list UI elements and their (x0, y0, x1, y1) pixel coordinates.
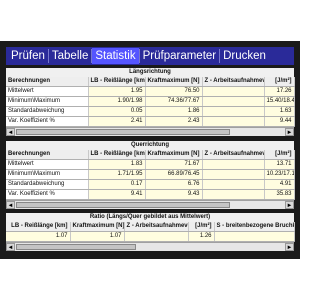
table-cell[interactable]: 1.86 (145, 106, 203, 117)
column-header: Kraftmaximum [N] (145, 150, 203, 160)
laengsrichtung-table: Berechnungen LB - Reißlänge [km] Kraftma… (6, 77, 295, 127)
table-cell[interactable]: 1.71/1.95 (88, 169, 146, 180)
table-row: Minimum\Maximum 1.90/1.98 74.36/77.67 15… (6, 96, 295, 107)
table-row: Minimum\Maximum 1.71/1.95 66.89/76.45 10… (6, 169, 295, 180)
column-header: S - breitenbezogene Bruchkraf (214, 222, 295, 232)
ratio-title: Ratio (Längs/Quer gebildet aus Mittelwer… (6, 213, 294, 222)
column-header: [J/m²] (264, 77, 295, 87)
scroll-left-icon[interactable]: ◄ (6, 128, 15, 136)
table-cell[interactable]: 1.07 (70, 231, 125, 242)
scroll-right-icon[interactable]: ► (285, 128, 294, 136)
ratio-panel: Ratio (Längs/Quer gebildet aus Mittelwer… (6, 213, 295, 251)
row-label: Minimum\Maximum (6, 96, 89, 107)
column-header: [J/m²] (188, 222, 215, 232)
table-cell[interactable]: 35.83 (264, 189, 295, 200)
column-header: Kraftmaximum [N] (145, 77, 203, 87)
scroll-left-icon[interactable]: ◄ (6, 243, 15, 251)
scrollbar-thumb[interactable] (16, 129, 230, 135)
row-label: Standardabweichung (6, 179, 89, 190)
column-header: Z - Arbeitsaufnahmeverm. (124, 222, 189, 232)
tab-pruefparameter[interactable]: Prüfparameter (140, 48, 220, 64)
column-header: Berechnungen (6, 77, 89, 87)
horizontal-scrollbar[interactable]: ◄ ► (6, 127, 294, 136)
row-label: Standardabweichung (6, 106, 89, 117)
querrichtung-panel: Querrichtung Berechnungen LB - Reißlänge… (6, 141, 295, 209)
tab-bar: Prüfen Tabelle Statistik Prüfparameter D… (6, 47, 294, 65)
table-cell[interactable]: 0.05 (88, 106, 146, 117)
table-cell[interactable]: 9.44 (264, 116, 295, 127)
row-label: Var. Koeffizient % (6, 116, 89, 127)
horizontal-scrollbar[interactable]: ◄ ► (6, 200, 294, 209)
table-cell[interactable]: 76.50 (145, 86, 203, 97)
column-header: Berechnungen (6, 150, 89, 160)
table-cell[interactable]: 66.89/76.45 (145, 169, 203, 180)
table-cell[interactable] (202, 116, 265, 127)
table-header-row: Berechnungen LB - Reißlänge [km] Kraftma… (6, 77, 295, 87)
laengsrichtung-title: Längsrichtung (6, 68, 294, 77)
table-cell[interactable]: 6.76 (145, 179, 203, 190)
column-header: Z - Arbeitsaufnahmeverm. (202, 77, 265, 87)
row-label: Minimum\Maximum (6, 169, 89, 180)
table-cell[interactable]: 4.91 (264, 179, 295, 190)
table-row: Standardabweichung 0.05 1.86 1.63 (6, 106, 295, 117)
scroll-right-icon[interactable]: ► (285, 201, 294, 209)
table-cell[interactable] (202, 179, 265, 190)
table-cell[interactable]: 15.40/18.42 (264, 96, 295, 107)
querrichtung-title: Querrichtung (6, 141, 294, 150)
table-cell[interactable]: 74.36/77.67 (145, 96, 203, 107)
column-header: LB - Reißlänge [km] (6, 222, 71, 232)
scrollbar-thumb[interactable] (16, 244, 136, 250)
table-row: Var. Koeffizient % 2.41 2.43 9.44 (6, 116, 295, 127)
ratio-table: LB - Reißlänge [km] Kraftmaximum [N] Z -… (6, 222, 295, 242)
tab-pruefen[interactable]: Prüfen (8, 48, 48, 64)
table-cell[interactable] (202, 96, 265, 107)
table-row: Standardabweichung 0.17 6.76 4.91 (6, 179, 295, 190)
table-cell[interactable]: 1.95 (88, 86, 146, 97)
table-cell[interactable] (202, 189, 265, 200)
table-cell[interactable]: 1.07 (6, 231, 71, 242)
table-cell[interactable]: 13.71 (264, 159, 295, 170)
table-row: Mittelwert 1.83 71.67 13.71 (6, 159, 295, 170)
table-cell[interactable]: 2.41 (88, 116, 146, 127)
laengsrichtung-panel: Längsrichtung Berechnungen LB - Reißläng… (6, 68, 295, 136)
table-cell[interactable] (202, 159, 265, 170)
table-cell[interactable]: 1.83 (88, 159, 146, 170)
table-row: Mittelwert 1.95 76.50 17.26 (6, 86, 295, 97)
table-cell[interactable] (202, 169, 265, 180)
tab-tabelle[interactable]: Tabelle (49, 48, 91, 64)
querrichtung-table: Berechnungen LB - Reißlänge [km] Kraftma… (6, 150, 295, 200)
table-cell[interactable] (202, 86, 265, 97)
table-cell[interactable]: 17.26 (264, 86, 295, 97)
tab-statistik[interactable]: Statistik (92, 48, 139, 64)
horizontal-scrollbar[interactable]: ◄ ► (6, 242, 294, 251)
row-label: Mittelwert (6, 86, 89, 97)
table-cell[interactable]: 1.63 (264, 106, 295, 117)
table-row: Var. Koeffizient % 9.41 9.43 35.83 (6, 189, 295, 200)
table-cell[interactable]: 1.26 (188, 231, 215, 242)
column-header: Kraftmaximum [N] (70, 222, 125, 232)
table-cell[interactable] (202, 106, 265, 117)
table-cell[interactable] (214, 231, 295, 242)
table-cell[interactable]: 2.43 (145, 116, 203, 127)
table-cell[interactable] (124, 231, 189, 242)
table-header-row: LB - Reißlänge [km] Kraftmaximum [N] Z -… (6, 222, 295, 232)
table-cell[interactable]: 0.17 (88, 179, 146, 190)
row-label: Var. Koeffizient % (6, 189, 89, 200)
table-cell[interactable]: 9.43 (145, 189, 203, 200)
table-row: 1.07 1.07 1.26 (6, 231, 295, 242)
row-label: Mittelwert (6, 159, 89, 170)
scroll-left-icon[interactable]: ◄ (6, 201, 15, 209)
column-header: Z - Arbeitsaufnahmeverm. (202, 150, 265, 160)
column-header: LB - Reißlänge [km] (88, 150, 146, 160)
table-cell[interactable]: 1.90/1.98 (88, 96, 146, 107)
column-header: LB - Reißlänge [km] (88, 77, 146, 87)
table-header-row: Berechnungen LB - Reißlänge [km] Kraftma… (6, 150, 295, 160)
scroll-right-icon[interactable]: ► (285, 243, 294, 251)
scrollbar-thumb[interactable] (16, 202, 230, 208)
table-cell[interactable]: 9.41 (88, 189, 146, 200)
table-cell[interactable]: 71.67 (145, 159, 203, 170)
tab-drucken[interactable]: Drucken (220, 48, 269, 64)
table-cell[interactable]: 10.23/17.18 (264, 169, 295, 180)
column-header: [J/m²] (264, 150, 295, 160)
